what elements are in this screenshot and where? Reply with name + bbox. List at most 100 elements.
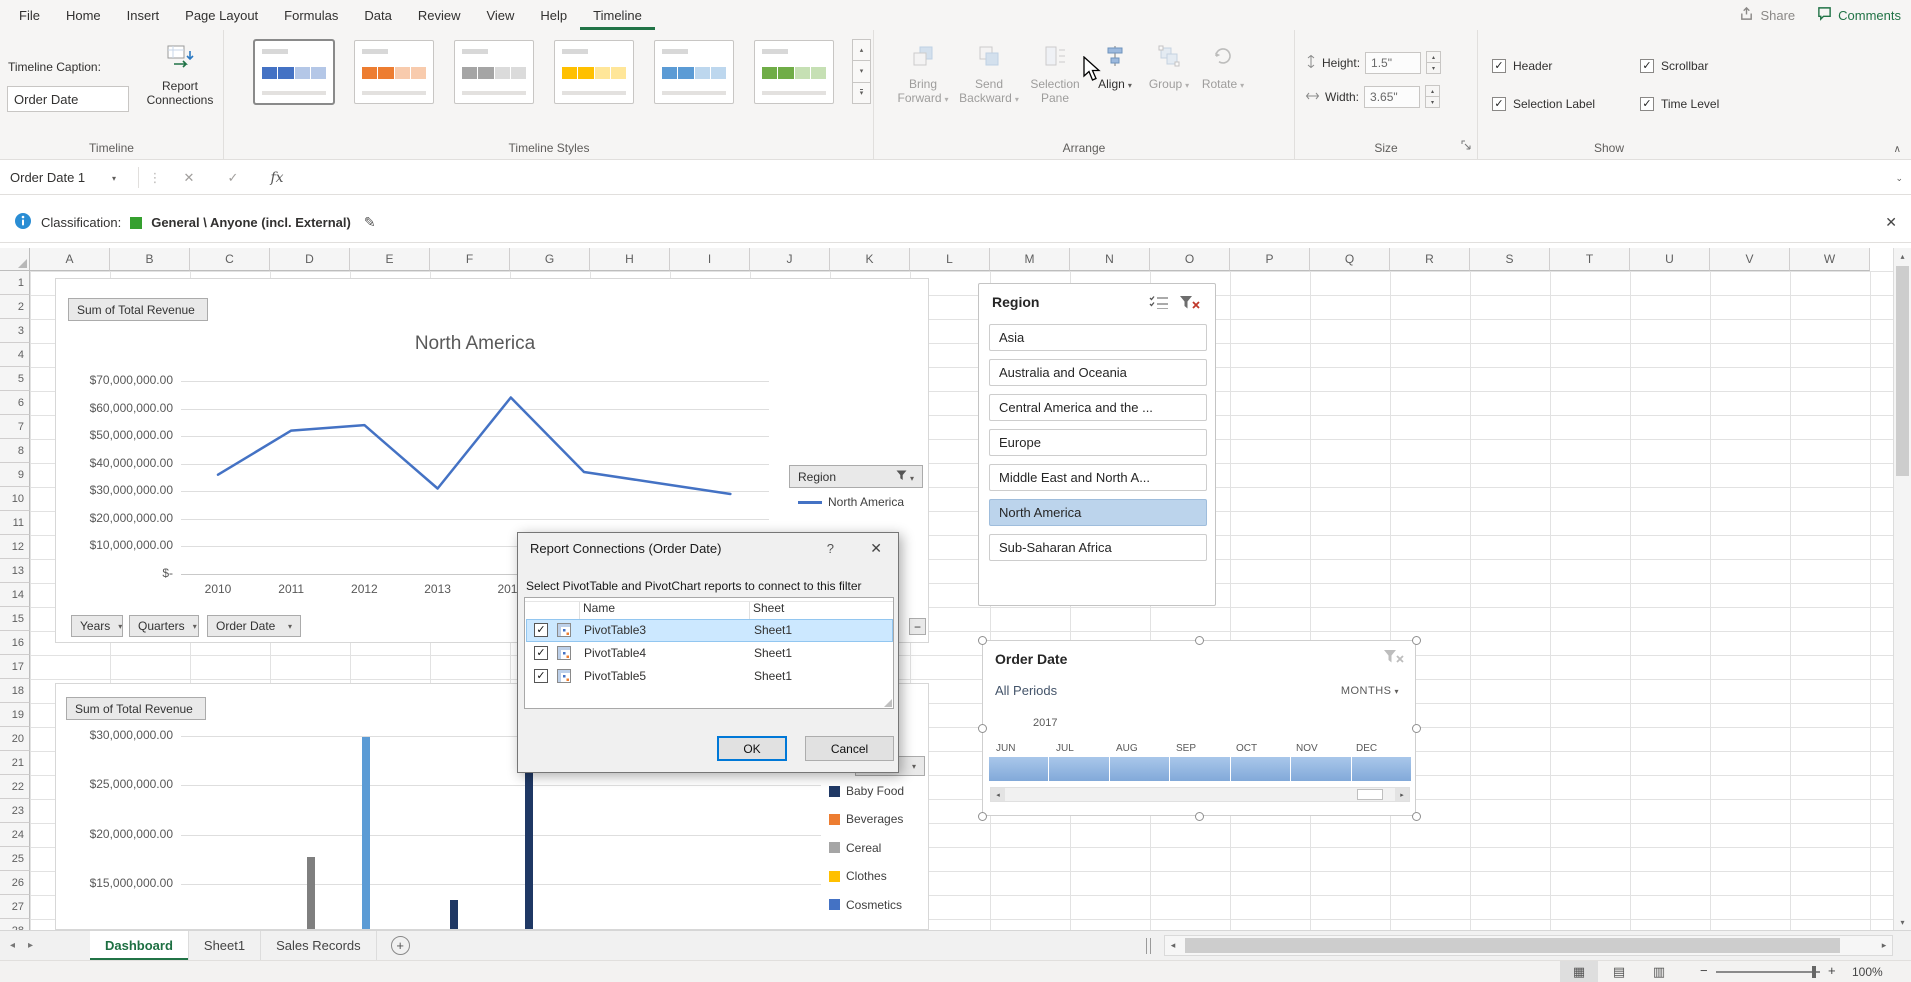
row-header-8[interactable]: 8 bbox=[0, 439, 30, 463]
collapse-ribbon-button[interactable]: ∧ bbox=[1894, 144, 1901, 155]
report-connections-button[interactable]: Report Connections bbox=[146, 38, 214, 138]
row-checkbox[interactable]: ✓ bbox=[534, 623, 548, 637]
timeline-band-segment-oct[interactable] bbox=[1231, 757, 1290, 781]
slicer-item-europe[interactable]: Europe bbox=[989, 429, 1207, 456]
column-header-p[interactable]: P bbox=[1230, 248, 1310, 271]
close-icon[interactable]: ✕ bbox=[870, 540, 882, 557]
row-header-27[interactable]: 27 bbox=[0, 895, 30, 919]
slicer-item-asia[interactable]: Asia bbox=[989, 324, 1207, 351]
dialog-row-pivottable3[interactable]: ✓PivotTable3Sheet1 bbox=[526, 619, 893, 642]
timeline-scroll-thumb[interactable] bbox=[1357, 789, 1383, 800]
tab-insert[interactable]: Insert bbox=[114, 0, 173, 30]
tab-splitter-handle[interactable] bbox=[1146, 938, 1151, 954]
row-header-4[interactable]: 4 bbox=[0, 343, 30, 367]
scroll-up-icon[interactable]: ▴ bbox=[1894, 248, 1911, 264]
timeline-band-segment-nov[interactable] bbox=[1291, 757, 1350, 781]
column-header-f[interactable]: F bbox=[430, 248, 510, 271]
gallery-down-button[interactable]: ▾ bbox=[852, 60, 871, 82]
show-checkbox-scrollbar[interactable]: ✓Scrollbar bbox=[1640, 56, 1719, 76]
ok-button[interactable]: OK bbox=[717, 736, 787, 761]
timeline-style-yellow[interactable] bbox=[554, 40, 634, 104]
column-header-c[interactable]: C bbox=[190, 248, 270, 271]
timeline-band-segment-aug[interactable] bbox=[1110, 757, 1169, 781]
column-header-m[interactable]: M bbox=[990, 248, 1070, 271]
comments-button[interactable]: Comments bbox=[1817, 6, 1901, 24]
report-connections-dialog[interactable]: Report Connections (Order Date) ? ✕ Sele… bbox=[517, 532, 899, 773]
sheet-tab-sales-records[interactable]: Sales Records bbox=[261, 931, 377, 960]
resize-handle[interactable] bbox=[1195, 812, 1204, 821]
row-checkbox[interactable]: ✓ bbox=[534, 669, 548, 683]
timeline-scrollbar[interactable]: ◂ ▸ bbox=[990, 787, 1410, 802]
zoom-slider[interactable] bbox=[1716, 971, 1820, 973]
checkbox-header[interactable]: ✓ bbox=[1492, 59, 1506, 73]
row-header-22[interactable]: 22 bbox=[0, 775, 30, 799]
scroll-down-icon[interactable]: ▾ bbox=[1894, 914, 1911, 930]
column-header-u[interactable]: U bbox=[1630, 248, 1710, 271]
sheet-tab-dashboard[interactable]: Dashboard bbox=[90, 931, 189, 960]
row-header-15[interactable]: 15 bbox=[0, 607, 30, 631]
timeline-style-green[interactable] bbox=[754, 40, 834, 104]
cancel-button[interactable]: Cancel bbox=[805, 736, 894, 761]
show-checkbox-time-level[interactable]: ✓Time Level bbox=[1640, 94, 1719, 114]
height-input[interactable] bbox=[1365, 52, 1421, 74]
column-header-j[interactable]: J bbox=[750, 248, 830, 271]
clear-filter-icon[interactable] bbox=[1179, 295, 1201, 314]
timeline-band-segment-jul[interactable] bbox=[1049, 757, 1108, 781]
column-header-e[interactable]: E bbox=[350, 248, 430, 271]
tab-timeline[interactable]: Timeline bbox=[580, 0, 655, 30]
row-header-26[interactable]: 26 bbox=[0, 871, 30, 895]
tab-view[interactable]: View bbox=[473, 0, 527, 30]
resize-handle[interactable] bbox=[1412, 812, 1421, 821]
row-header-2[interactable]: 2 bbox=[0, 295, 30, 319]
tab-formulas[interactable]: Formulas bbox=[271, 0, 351, 30]
row-header-10[interactable]: 10 bbox=[0, 487, 30, 511]
slicer-item-north-america[interactable]: North America bbox=[989, 499, 1207, 526]
column-header-g[interactable]: G bbox=[510, 248, 590, 271]
resize-handle[interactable] bbox=[978, 636, 987, 645]
select-all-corner[interactable] bbox=[0, 248, 30, 271]
show-checkbox-header[interactable]: ✓Header bbox=[1492, 56, 1632, 76]
row-header-18[interactable]: 18 bbox=[0, 679, 30, 703]
timeline-band-segment-sep[interactable] bbox=[1170, 757, 1229, 781]
axis-field-button-years[interactable]: Years▾ bbox=[71, 615, 123, 637]
column-header-h[interactable]: H bbox=[590, 248, 670, 271]
checkbox-scrollbar[interactable]: ✓ bbox=[1640, 59, 1654, 73]
tab-review[interactable]: Review bbox=[405, 0, 474, 30]
tab-data[interactable]: Data bbox=[351, 0, 404, 30]
slicer-item-sub-saharan-africa[interactable]: Sub-Saharan Africa bbox=[989, 534, 1207, 561]
formula-input[interactable] bbox=[305, 161, 1885, 194]
dialog-row-pivottable4[interactable]: ✓PivotTable4Sheet1 bbox=[526, 642, 893, 665]
gallery-more-button[interactable]: ▾ bbox=[852, 82, 871, 104]
row-header-1[interactable]: 1 bbox=[0, 271, 30, 295]
resize-handle[interactable] bbox=[1412, 724, 1421, 733]
dialog-report-list[interactable]: Name Sheet ✓PivotTable3Sheet1✓PivotTable… bbox=[524, 597, 894, 709]
zoom-percentage[interactable]: 100% bbox=[1852, 965, 1883, 979]
row-header-17[interactable]: 17 bbox=[0, 655, 30, 679]
slicer-item-central-america-and-the[interactable]: Central America and the ... bbox=[989, 394, 1207, 421]
dialog-title-bar[interactable]: Report Connections (Order Date) ? ✕ bbox=[518, 533, 898, 563]
column-header-i[interactable]: I bbox=[670, 248, 750, 271]
dialog-row-pivottable5[interactable]: ✓PivotTable5Sheet1 bbox=[526, 665, 893, 688]
row-header-6[interactable]: 6 bbox=[0, 391, 30, 415]
timeline-style-gray[interactable] bbox=[454, 40, 534, 104]
scroll-right-icon[interactable]: ▸ bbox=[1395, 788, 1409, 801]
cancel-entry-button[interactable]: ✕ bbox=[174, 161, 204, 194]
row-header-28[interactable]: 28 bbox=[0, 919, 30, 930]
horizontal-scroll-thumb[interactable] bbox=[1185, 938, 1840, 953]
column-header-d[interactable]: D bbox=[270, 248, 350, 271]
expand-formula-bar-icon[interactable]: ⌄ bbox=[1895, 173, 1903, 184]
column-header-s[interactable]: S bbox=[1470, 248, 1550, 271]
column-header-r[interactable]: R bbox=[1390, 248, 1470, 271]
edit-classification-icon[interactable]: ✎ bbox=[364, 214, 376, 231]
column-header-v[interactable]: V bbox=[1710, 248, 1790, 271]
row-header-13[interactable]: 13 bbox=[0, 559, 30, 583]
resize-handle[interactable] bbox=[978, 812, 987, 821]
zoom-slider-thumb[interactable] bbox=[1812, 966, 1816, 978]
column-header-a[interactable]: A bbox=[30, 248, 110, 271]
scroll-left-icon[interactable]: ◂ bbox=[1165, 936, 1181, 955]
row-header-9[interactable]: 9 bbox=[0, 463, 30, 487]
column-header-l[interactable]: L bbox=[910, 248, 990, 271]
zoom-in-button[interactable]: + bbox=[1828, 963, 1836, 978]
row-header-5[interactable]: 5 bbox=[0, 367, 30, 391]
resize-handle[interactable] bbox=[1195, 636, 1204, 645]
